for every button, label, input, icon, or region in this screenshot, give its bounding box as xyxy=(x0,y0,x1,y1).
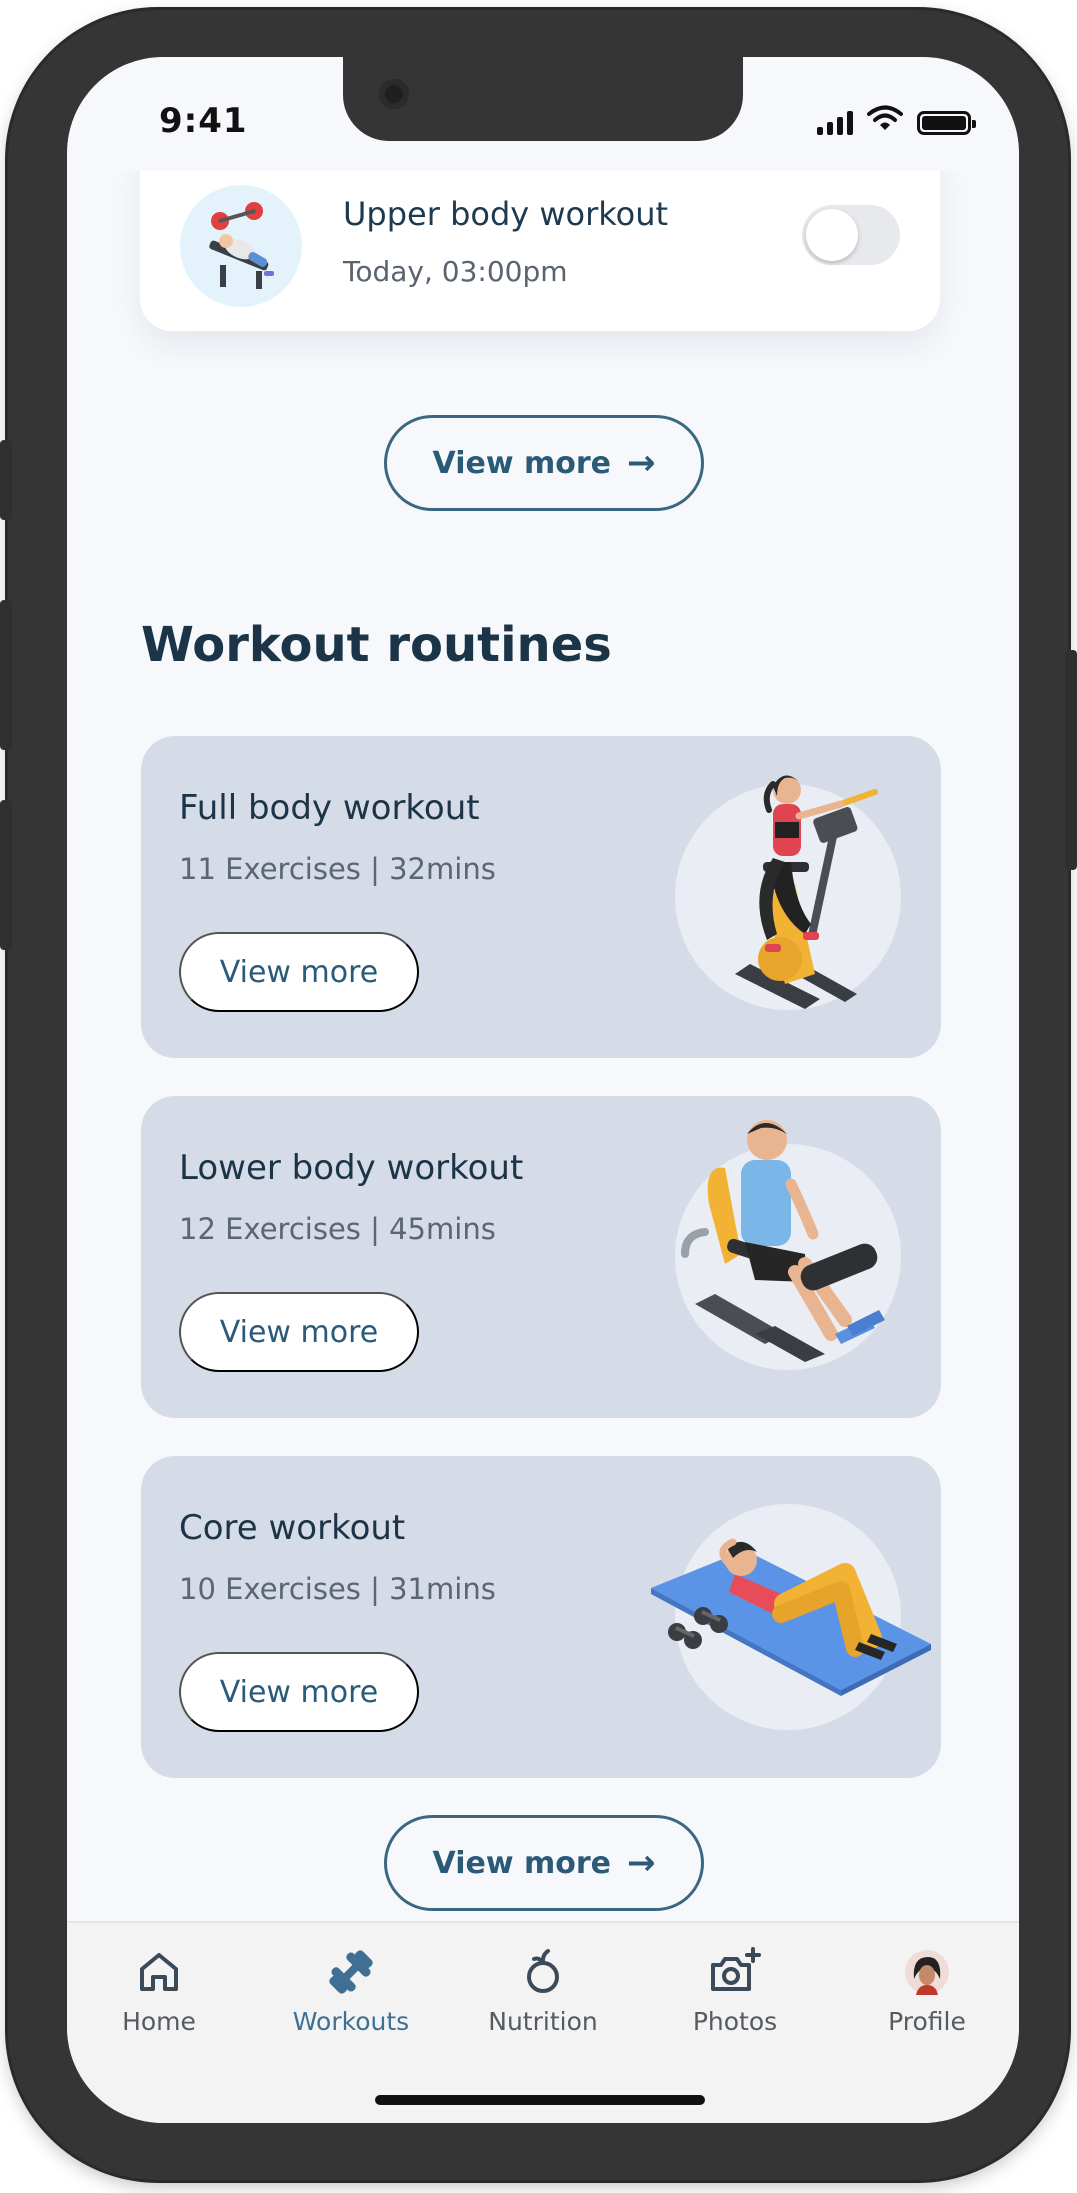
scheduled-workout-card[interactable]: Upper body workout Today, 03:00pm xyxy=(140,171,940,331)
camera-add-icon xyxy=(708,1945,762,1999)
battery-icon xyxy=(917,111,976,135)
view-more-label: View more xyxy=(432,445,612,481)
routine-view-more-button[interactable]: View more xyxy=(179,932,419,1012)
nav-label: Profile xyxy=(888,2007,966,2036)
avatar xyxy=(900,1945,954,1999)
phone-screen: 9:41 Upper body workout Today, 03:00pm V… xyxy=(67,57,1019,2123)
nav-item-nutrition[interactable]: Nutrition xyxy=(463,1945,623,2045)
nav-item-workouts[interactable]: Workouts xyxy=(271,1945,431,2045)
routine-title: Lower body workout xyxy=(179,1148,524,1188)
routine-meta: 11 Exercises | 32mins xyxy=(179,852,496,886)
arrow-right-icon: → xyxy=(627,443,656,483)
ringer-switch xyxy=(0,440,12,520)
scheduled-workout-time: Today, 03:00pm xyxy=(343,255,568,288)
bottom-navigation: Home Workouts Nutrition Photos Profile xyxy=(67,1921,1019,2123)
wifi-icon xyxy=(867,105,903,135)
status-icons xyxy=(817,105,976,135)
view-more-label: View more xyxy=(432,1845,612,1881)
dumbbell-icon xyxy=(324,1945,378,1999)
notch xyxy=(343,57,743,141)
routine-title: Full body workout xyxy=(179,788,480,828)
routine-view-more-button[interactable]: View more xyxy=(179,1652,419,1732)
cellular-signal-icon xyxy=(817,111,853,135)
volume-up-button xyxy=(0,600,12,750)
crunches-mat-illustration xyxy=(651,1504,931,1730)
nav-label: Home xyxy=(122,2007,196,2036)
power-button xyxy=(1065,650,1077,870)
volume-down-button xyxy=(0,800,12,950)
main-scroll-area[interactable]: Upper body workout Today, 03:00pm View m… xyxy=(67,171,1019,1921)
nav-label: Workouts xyxy=(292,2007,410,2036)
view-more-routines-button[interactable]: View more → xyxy=(384,1815,704,1911)
home-indicator[interactable] xyxy=(375,2095,705,2105)
nav-item-photos[interactable]: Photos xyxy=(655,1945,815,2045)
home-icon xyxy=(132,1945,186,1999)
routine-view-more-button[interactable]: View more xyxy=(179,1292,419,1372)
arrow-right-icon: → xyxy=(627,1843,656,1883)
nav-item-home[interactable]: Home xyxy=(79,1945,239,2045)
apple-icon xyxy=(516,1945,570,1999)
front-camera xyxy=(379,79,409,109)
nav-label: Nutrition xyxy=(488,2007,598,2036)
bench-press-illustration xyxy=(180,185,302,307)
nav-label: Photos xyxy=(692,2007,778,2036)
routine-card-core[interactable]: Core workout 10 Exercises | 31mins View … xyxy=(141,1456,941,1778)
toggle-knob xyxy=(806,209,858,261)
workout-routines-heading: Workout routines xyxy=(141,617,612,673)
leg-extension-machine-illustration xyxy=(675,1120,901,1370)
status-time: 9:41 xyxy=(159,101,248,141)
routine-card-full-body[interactable]: Full body workout 11 Exercises | 32mins … xyxy=(141,736,941,1058)
stationary-bike-illustration xyxy=(675,775,901,1010)
workout-reminder-toggle[interactable] xyxy=(802,205,900,265)
nav-item-profile[interactable]: Profile xyxy=(847,1945,1007,2045)
routine-title: Core workout xyxy=(179,1508,406,1548)
routine-meta: 10 Exercises | 31mins xyxy=(179,1572,496,1606)
routine-card-lower-body[interactable]: Lower body workout 12 Exercises | 45mins… xyxy=(141,1096,941,1418)
scheduled-workout-title: Upper body workout xyxy=(343,195,669,233)
routine-meta: 12 Exercises | 45mins xyxy=(179,1212,496,1246)
view-more-schedule-button[interactable]: View more → xyxy=(384,415,704,511)
